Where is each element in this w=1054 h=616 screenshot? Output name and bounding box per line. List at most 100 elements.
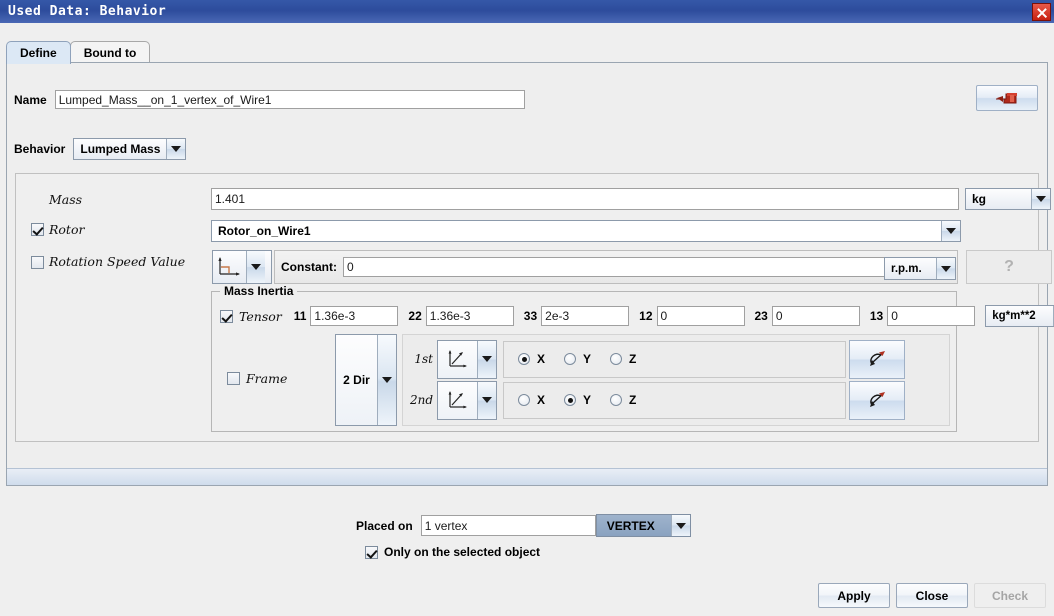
check-button-label: Check (992, 589, 1028, 603)
rotation-speed-checkbox[interactable] (31, 256, 44, 269)
properties-frame: Mass kg Rotor Rotor_on_Wire1 Rotati (15, 173, 1039, 442)
placed-on-type-select[interactable]: VERTEX (596, 514, 691, 537)
behavior-select-value: Lumped Mass (74, 139, 166, 159)
rotation-speed-unit-value: r.p.m. (885, 258, 936, 279)
close-icon[interactable] (1032, 3, 1051, 21)
red-tool-button[interactable] (976, 85, 1038, 111)
direction-mode-value: 2 Dir (336, 335, 377, 425)
behavior-select[interactable]: Lumped Mass (73, 138, 186, 160)
direction-line-2: 2nd (403, 380, 949, 420)
direction-2-label-y: Y (583, 393, 591, 407)
mass-label: Mass (49, 192, 82, 207)
close-button[interactable]: Close (896, 583, 968, 608)
dialog-button-bar: Apply Close Check (818, 583, 1046, 608)
direction-mode-select[interactable]: 2 Dir (335, 334, 397, 426)
tensor-label: Tensor (239, 309, 282, 324)
direction-2-label-z: Z (629, 393, 636, 407)
red-tool-icon (994, 90, 1020, 106)
rotor-select[interactable]: Rotor_on_Wire1 (211, 220, 961, 242)
close-button-label: Close (916, 589, 949, 603)
chevron-down-icon (671, 515, 690, 536)
chevron-down-icon (941, 221, 960, 241)
apply-button[interactable]: Apply (818, 583, 890, 608)
tensor-unit-value: kg*m**2 (986, 306, 1053, 326)
tab-define-label: Define (20, 46, 57, 60)
constant-label: Constant: (281, 260, 337, 274)
direction-2-axis-select[interactable] (437, 381, 497, 420)
tensor-index-23: 23 (755, 309, 768, 323)
tab-bound-to[interactable]: Bound to (70, 41, 151, 64)
chevron-down-icon (166, 139, 185, 159)
panel-footer (7, 468, 1047, 485)
tensor-input-12[interactable] (657, 306, 745, 326)
chevron-down-icon (936, 258, 955, 279)
check-button: Check (974, 583, 1046, 608)
tensor-input-23[interactable] (772, 306, 860, 326)
step-curve-icon (216, 255, 243, 279)
direction-1-axis-select[interactable] (437, 340, 497, 379)
tensor-input-33[interactable] (541, 306, 629, 326)
tab-define[interactable]: Define (6, 41, 71, 64)
tensor-input-22[interactable] (426, 306, 514, 326)
direction-1-label-x: X (537, 352, 545, 366)
tensor-index-22: 22 (408, 309, 421, 323)
direction-line-1: 1st (403, 339, 949, 379)
constant-value-box: Constant: (274, 250, 958, 284)
mass-input[interactable] (211, 188, 959, 210)
behavior-row: Behavior Lumped Mass (14, 138, 186, 160)
chevron-down-icon (477, 382, 496, 419)
chevron-down-icon (246, 251, 265, 283)
reverse-direction-icon (864, 388, 890, 412)
direction-2-reverse-button[interactable] (849, 381, 905, 420)
direction-1-axis-radios: X Y Z (503, 341, 846, 378)
direction-2-label-x: X (537, 393, 545, 407)
direction-1-reverse-button[interactable] (849, 340, 905, 379)
rotation-law-select[interactable] (212, 250, 272, 284)
tensor-input-11[interactable] (310, 306, 398, 326)
tensor-index-12: 12 (639, 309, 652, 323)
tensor-index-11: 11 (294, 309, 307, 323)
frame-checkbox[interactable] (227, 372, 240, 385)
dialog-window: Used Data: Behavior Define Bound to Name (0, 0, 1054, 616)
direction-1-ordinal: 1st (403, 352, 433, 366)
direction-2-radio-y[interactable] (564, 394, 576, 406)
tensor-checkbox[interactable] (220, 310, 233, 323)
direction-1-label-y: Y (583, 352, 591, 366)
direction-lines-block: 1st (402, 334, 950, 426)
direction-1-radio-y[interactable] (564, 353, 576, 365)
placed-on-row: Placed on VERTEX (356, 514, 691, 537)
rotor-select-value: Rotor_on_Wire1 (212, 221, 941, 241)
chevron-down-icon (477, 341, 496, 378)
name-row: Name (14, 90, 525, 109)
direction-1-radio-x[interactable] (518, 353, 530, 365)
mass-unit-value: kg (966, 189, 1031, 209)
chevron-down-icon (377, 335, 396, 425)
rotation-speed-unit-select[interactable]: r.p.m. (884, 257, 956, 280)
placed-on-input[interactable] (421, 515, 596, 536)
direction-1-radio-z[interactable] (610, 353, 622, 365)
help-button: ? (966, 250, 1052, 284)
direction-2-ordinal: 2nd (403, 393, 433, 407)
rotation-speed-label: Rotation Speed Value (49, 254, 185, 269)
frame-row: Frame 2 Dir 1st (220, 334, 950, 426)
axis-direction-icon (446, 389, 470, 411)
tensor-unit-select[interactable]: kg*m**2 (985, 305, 1054, 327)
tensor-input-13[interactable] (887, 306, 975, 326)
define-tab-panel: Name Behavior Lumped Mass Ma (6, 62, 1048, 486)
only-selected-checkbox[interactable] (365, 546, 378, 559)
direction-2-radio-z[interactable] (610, 394, 622, 406)
axis-direction-icon (446, 348, 470, 370)
name-input[interactable] (55, 90, 525, 109)
direction-2-axis-radios: X Y Z (503, 382, 846, 419)
mass-inertia-group: Mass Inertia Tensor 11 22 33 12 23 13 (211, 291, 957, 432)
reverse-direction-icon (864, 347, 890, 371)
rotor-checkbox[interactable] (31, 223, 44, 236)
placed-on-label: Placed on (356, 519, 413, 533)
mass-unit-select[interactable]: kg (965, 188, 1051, 210)
window-title: Used Data: Behavior (0, 4, 166, 19)
constant-input[interactable] (343, 257, 955, 277)
direction-2-radio-x[interactable] (518, 394, 530, 406)
tensor-index-33: 33 (524, 309, 537, 323)
rotor-label: Rotor (49, 222, 84, 237)
tensor-row: Tensor 11 22 33 12 23 13 kg*m**2 (220, 305, 1054, 327)
